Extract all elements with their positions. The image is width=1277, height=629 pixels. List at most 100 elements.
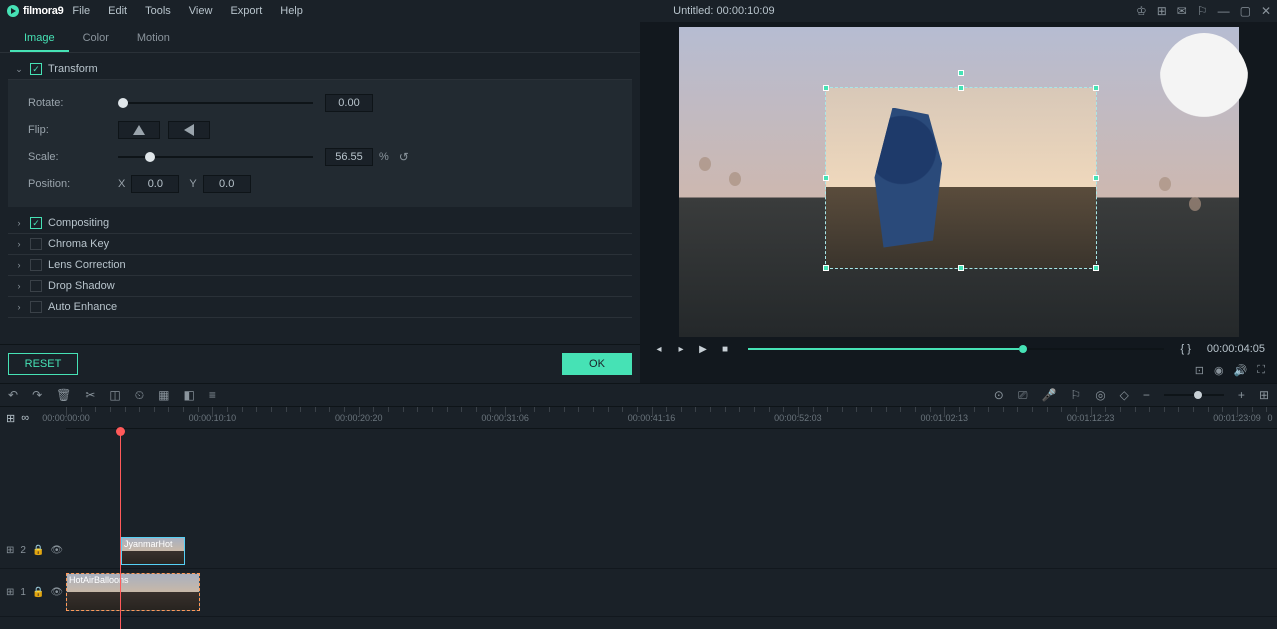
flip-horizontal-button[interactable] [118,121,160,139]
gift-icon[interactable]: ⊞ [1157,4,1167,18]
selection-box[interactable] [825,87,1097,269]
track-number: 2 [20,545,26,556]
chevron-right-icon: › [14,281,24,291]
play-button[interactable]: ▶ [696,342,710,356]
fullscreen-icon[interactable]: ⛶ [1257,364,1265,377]
menu-file[interactable]: File [63,5,99,17]
sel-handle[interactable] [823,175,829,181]
quality-icon[interactable]: ⊡ [1195,364,1204,377]
sel-handle[interactable] [1093,175,1099,181]
undo-button[interactable]: ↶ [8,388,18,402]
reset-button[interactable]: RESET [8,353,78,375]
menu-help[interactable]: Help [271,5,312,17]
pos-x-input[interactable] [131,175,179,193]
tab-image[interactable]: Image [10,26,69,52]
preview-viewport[interactable] [679,27,1239,337]
property-tabs: Image Color Motion [0,22,640,53]
redo-button[interactable]: ↷ [32,388,42,402]
next-frame-button[interactable]: ▸ [674,342,688,356]
track-options-icon[interactable]: ⊞ [6,412,15,425]
account-icon[interactable]: ♔ [1136,4,1147,18]
snapshot-icon[interactable]: ◉ [1214,364,1224,377]
tab-color[interactable]: Color [69,26,123,52]
sel-handle[interactable] [823,85,829,91]
prev-frame-button[interactable]: ◂ [652,342,666,356]
mix-button[interactable]: ⎚ [1018,388,1028,403]
close-icon[interactable]: ✕ [1261,4,1271,18]
photographer-figure [866,108,956,248]
green-button[interactable]: ◧ [183,388,194,402]
rotate-slider[interactable] [118,102,313,104]
volume-icon[interactable]: 🔊 [1234,364,1248,377]
chevron-right-icon: › [14,302,24,312]
section-lens-correction[interactable]: › Lens Correction [8,255,632,276]
speed-button[interactable]: ⏲ [135,388,144,403]
color-button[interactable]: ▦ [158,388,169,402]
track-type-icon[interactable]: ⊞ [6,587,14,598]
minimize-icon[interactable]: — [1218,4,1230,18]
track-lock-icon[interactable]: 🔒 [32,587,44,598]
menu-tools[interactable]: Tools [136,5,180,17]
sel-handle[interactable] [1093,85,1099,91]
render-button[interactable]: ⊙ [994,388,1004,402]
track-lock-icon[interactable]: 🔒 [32,545,44,556]
zoom-fit-button[interactable]: ⊞ [1259,388,1269,402]
track-visible-icon[interactable]: 👁 [50,545,63,556]
timeline-ruler[interactable]: 00:00:00:0000:00:10:1000:00:20:2000:00:3… [66,407,1277,429]
sel-handle[interactable] [958,265,964,271]
delete-button[interactable]: 🗑 [56,388,71,402]
voiceover-button[interactable]: 🎤 [1041,388,1056,402]
chevron-down-icon: ⌄ [14,64,24,75]
scale-slider[interactable] [118,156,313,158]
scale-input[interactable] [325,148,373,166]
marker2-button[interactable]: ◇ [1120,388,1129,402]
section-chroma-key[interactable]: › Chroma Key [8,234,632,255]
tab-motion[interactable]: Motion [123,26,184,52]
mail-icon[interactable]: ✉ [1177,4,1187,18]
marker-button[interactable]: ⚐ [1070,388,1081,402]
crop-button[interactable]: ◫ [109,388,120,402]
split-button[interactable]: ✂ [85,388,95,402]
record-button[interactable]: ◎ [1095,388,1105,402]
section-compositing[interactable]: › ✓ Compositing [8,213,632,234]
clip-pip[interactable]: JyanmarHot [121,537,185,565]
ok-button[interactable]: OK [562,353,632,375]
notify-icon[interactable]: ⚐ [1197,4,1208,18]
enhance-checkbox[interactable] [30,301,42,313]
section-auto-enhance[interactable]: › Auto Enhance [8,297,632,318]
zoom-in-button[interactable]: + [1238,388,1245,402]
chroma-checkbox[interactable] [30,238,42,250]
sel-handle[interactable] [958,85,964,91]
zoom-out-button[interactable]: − [1143,388,1150,402]
stop-button[interactable]: ■ [718,342,732,356]
maximize-icon[interactable]: ▢ [1240,4,1251,18]
position-label: Position: [28,178,108,190]
track-visible-icon[interactable]: 👁 [50,587,63,598]
section-transform[interactable]: ⌄ ✓ Transform [8,59,632,80]
duration-timecode: 00:00:04:05 [1207,343,1265,355]
scale-reset-icon[interactable]: ↺ [399,150,409,164]
sel-rotate-handle[interactable] [958,70,964,76]
pos-y-input[interactable] [203,175,251,193]
clip-main[interactable]: HotAirBalloons [66,573,200,611]
link-icon[interactable]: ∞ [21,412,29,424]
sel-handle[interactable] [1093,265,1099,271]
lens-checkbox[interactable] [30,259,42,271]
track-type-icon[interactable]: ⊞ [6,545,14,556]
shadow-checkbox[interactable] [30,280,42,292]
playhead[interactable] [120,429,121,629]
sel-handle[interactable] [823,265,829,271]
menubar: filmora9 File Edit Tools View Export Hel… [0,0,1277,22]
section-drop-shadow[interactable]: › Drop Shadow [8,276,632,297]
compositing-checkbox[interactable]: ✓ [30,217,42,229]
transform-checkbox[interactable]: ✓ [30,63,42,75]
adjust-button[interactable]: ≡ [209,388,216,402]
zoom-slider[interactable] [1164,394,1224,396]
balloon-graphic [1159,33,1249,133]
seek-bar[interactable] [748,348,1164,350]
flip-vertical-button[interactable] [168,121,210,139]
rotate-input[interactable] [325,94,373,112]
menu-export[interactable]: Export [221,5,271,17]
menu-view[interactable]: View [180,5,222,17]
menu-edit[interactable]: Edit [99,5,136,17]
